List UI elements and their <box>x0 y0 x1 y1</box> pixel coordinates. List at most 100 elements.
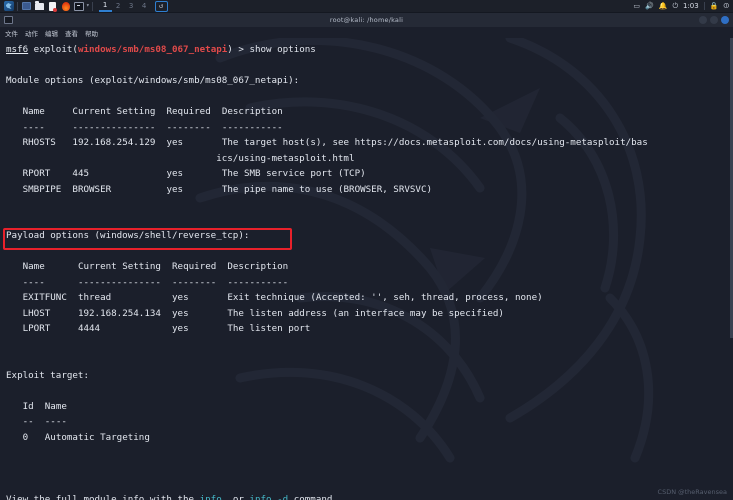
row-id: 0 <box>22 431 29 443</box>
taskbar-divider-2 <box>91 1 93 11</box>
chevron-down-icon[interactable]: ▾ <box>86 3 90 9</box>
clock[interactable]: 1:03 <box>683 2 699 10</box>
module-options-colheader: Name Current Setting Required Descriptio… <box>6 106 283 117</box>
rule-name: ---- <box>22 121 45 133</box>
rule-description: ----------- <box>227 276 289 288</box>
workspace-1[interactable]: 1 <box>98 0 112 12</box>
col-id: Id <box>22 400 34 412</box>
prompt-cmd: exploit( <box>28 44 78 55</box>
payload-options-rule: ---- --------------- -------- ----------… <box>6 276 289 288</box>
rule-description: ----------- <box>221 121 283 133</box>
table-row: RHOSTS 192.168.254.129 yes The target ho… <box>6 137 648 148</box>
module-options-rule: ---- --------------- -------- ----------… <box>6 122 283 133</box>
row-current-setting: BROWSER <box>72 183 112 195</box>
session-menu-icon[interactable]: ⏼ <box>723 2 729 11</box>
row-current-setting: thread <box>77 292 112 303</box>
row-required: yes <box>172 292 189 303</box>
desktop-taskbar: ▾ 1 2 3 4 ↺ ▭ 🔊 🔔 ⏻ 1:03 🔒 ⏼ <box>0 0 733 13</box>
menu-actions[interactable]: 动作 <box>25 28 38 38</box>
col-target-name: Name <box>44 400 67 412</box>
col-current-setting: Current Setting <box>72 106 156 117</box>
display-icon[interactable]: ▭ <box>633 2 640 10</box>
row-current-setting: 4444 <box>77 323 101 334</box>
payload-options-header: Payload options (windows/shell/reverse_t… <box>6 230 250 241</box>
col-required: Required <box>166 106 211 117</box>
prompt-close: ) > <box>227 44 250 55</box>
row-name: RPORT <box>22 168 51 179</box>
col-name: Name <box>22 106 45 117</box>
taskbar-tray: ▭ 🔊 🔔 ⏻ 1:03 🔒 ⏼ <box>633 2 733 11</box>
volume-icon[interactable]: 🔊 <box>645 2 654 10</box>
col-description: Description <box>227 261 289 272</box>
row-required: yes <box>172 307 189 319</box>
table-row: LPORT 4444 yes The listen port <box>6 323 311 334</box>
terminal-icon[interactable] <box>72 1 85 12</box>
workspace-4[interactable]: 4 <box>138 0 151 12</box>
menu-edit[interactable]: 编辑 <box>45 28 58 38</box>
first-command: show options <box>249 44 316 55</box>
firefox-icon[interactable] <box>59 1 72 12</box>
workspace-3[interactable]: 3 <box>125 0 138 12</box>
col-current-setting: Current Setting <box>77 261 161 272</box>
lock-icon[interactable]: 🔒 <box>710 2 719 10</box>
table-row: SMBPIPE BROWSER yes The pipe name to use… <box>6 184 432 195</box>
table-row-cont: ics/using-metasploit.html <box>6 153 354 164</box>
row-description: Exit technique (Accepted: '', seh, threa… <box>227 292 543 303</box>
row-required: yes <box>166 137 184 148</box>
row-current-setting: 192.168.254.129 <box>72 137 156 148</box>
rule-required: -------- <box>172 276 217 288</box>
col-required: Required <box>172 261 217 272</box>
prompt-module: windows/smb/ms08_067_netapi <box>77 44 228 55</box>
row-name: SMBPIPE <box>22 183 62 195</box>
payload-options-colheader: Name Current Setting Required Descriptio… <box>6 261 289 272</box>
col-description: Description <box>221 106 283 117</box>
row-description: The pipe name to use (BROWSER, SRVSVC) <box>221 183 433 195</box>
prompt-line-1: msf6 exploit(windows/smb/ms08_067_netapi… <box>6 44 316 55</box>
workspace-switcher: 1 2 3 4 <box>98 0 151 12</box>
terminal-output: msf6 exploit(windows/smb/ms08_067_netapi… <box>0 38 733 500</box>
tray-divider <box>703 2 705 10</box>
rule-target-name: ---- <box>44 416 67 427</box>
window-titlebar[interactable]: root@kali: /home/kali <box>0 13 733 27</box>
rule-id: -- <box>22 416 34 427</box>
row-current-setting: 192.168.254.134 <box>77 307 161 319</box>
notification-icon[interactable]: 🔔 <box>659 2 668 10</box>
watermark-text: CSDN @theRavensea <box>657 488 727 496</box>
row-target-name: Automatic Targeting <box>44 431 150 443</box>
row-required: yes <box>166 168 184 179</box>
info-command-2: info -d <box>249 493 289 500</box>
row-name: RHOSTS <box>22 137 56 148</box>
row-description: The listen address (an interface may be … <box>227 307 504 319</box>
exploit-target-header: Exploit target: <box>6 369 89 381</box>
row-description: The listen port <box>227 323 311 334</box>
row-description: The target host(s), see https://docs.met… <box>221 137 648 148</box>
prompt-user: msf6 <box>6 44 29 55</box>
row-required: yes <box>172 323 189 334</box>
table-row: LHOST 192.168.254.134 yes The listen add… <box>6 308 504 319</box>
text-editor-icon[interactable] <box>46 1 59 12</box>
power-icon[interactable]: ⏻ <box>672 2 678 11</box>
menu-file[interactable]: 文件 <box>5 28 18 38</box>
menu-help[interactable]: 帮助 <box>85 28 98 38</box>
row-description: The SMB service port (TCP) <box>221 168 366 179</box>
table-row: RPORT 445 yes The SMB service port (TCP) <box>6 168 366 179</box>
window-title: root@kali: /home/kali <box>329 16 404 24</box>
info-part-2: , or <box>221 493 250 500</box>
module-options-header: Module options (exploit/windows/smb/ms08… <box>6 75 300 86</box>
row-required: yes <box>166 183 184 195</box>
refresh-icon[interactable]: ↺ <box>154 0 168 12</box>
info-line: View the full module info with the info,… <box>6 494 338 500</box>
row-name: LPORT <box>22 323 51 334</box>
row-name: EXITFUNC <box>22 292 67 303</box>
window-switcher-icon[interactable] <box>20 1 33 12</box>
file-manager-icon[interactable] <box>33 1 46 12</box>
target-colheader: Id Name <box>6 401 67 412</box>
kali-dragon-menu-icon[interactable] <box>2 1 15 12</box>
menu-view[interactable]: 查看 <box>65 28 78 38</box>
workspace-2[interactable]: 2 <box>112 0 125 12</box>
terminal-area[interactable]: msf6 exploit(windows/smb/ms08_067_netapi… <box>0 38 733 500</box>
rule-required: -------- <box>166 121 211 133</box>
info-command-1: info <box>199 493 222 500</box>
rule-current-setting: --------------- <box>72 121 156 133</box>
row-current-setting: 445 <box>72 168 90 179</box>
